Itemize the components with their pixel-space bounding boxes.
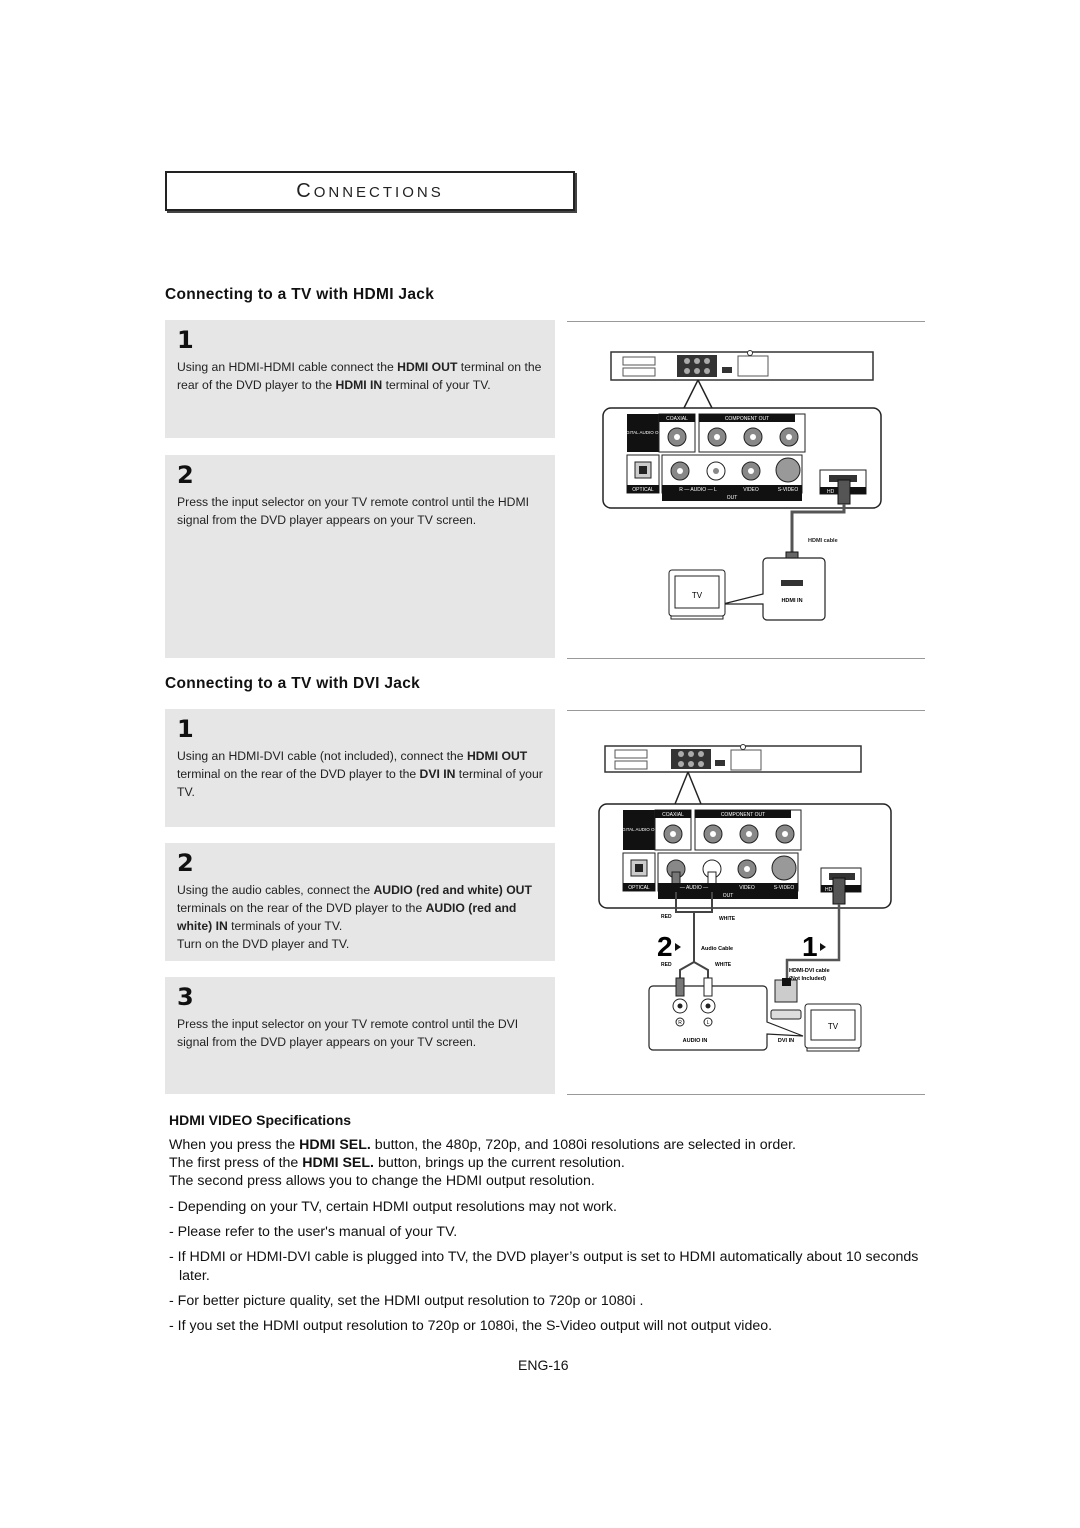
arrow-icon [675, 943, 681, 951]
hdmi-out-label: HD [827, 489, 835, 495]
coaxial-label: COAXIAL [666, 416, 688, 422]
step-text: Press the input selector on your TV remo… [177, 1017, 519, 1049]
step-text: Using an HDMI-HDMI cable connect the HDM… [177, 360, 542, 392]
tv-icon: TV [804, 1003, 862, 1052]
hdmi-out-label: HD [825, 887, 833, 893]
audio-cable-label: Audio Cable [701, 946, 733, 952]
optical-label: OPTICAL [628, 885, 650, 891]
white-label-bottom: WHITE [715, 962, 732, 968]
video-label: VIDEO [743, 487, 759, 493]
step-number: 2 [177, 849, 194, 877]
red-label-bottom: RED [661, 962, 672, 968]
divider [567, 710, 925, 711]
callout-1: 1 [802, 931, 818, 962]
red-label-top: RED [661, 914, 672, 920]
digital-audio-out-label: DIGITAL AUDIO OUT [617, 827, 660, 832]
svideo-label: S-VIDEO [774, 885, 795, 891]
rear-panel-closeup: DIGITAL AUDIO OUT COAXIAL COMPONENT OUT … [598, 803, 892, 909]
section-header-box: CONNECTIONS [165, 171, 575, 211]
component-out-label: COMPONENT OUT [725, 416, 769, 422]
dvi-step-2: 2 Using the audio cables, connect the AU… [165, 843, 555, 961]
divider [567, 1094, 925, 1095]
hdmi-step-1: 1 Using an HDMI-HDMI cable connect the H… [165, 320, 555, 438]
tv-icon: TV [668, 569, 726, 620]
page-number: ENG-16 [518, 1357, 569, 1373]
hdmi-heading: Connecting to a TV with HDMI Jack [165, 286, 435, 303]
component-out-label: COMPONENT OUT [721, 812, 765, 818]
hdmi-connection-diagram: DIGITAL AUDIO OUT COAXIAL COMPONENT OUT … [602, 350, 882, 621]
out-label: OUT [723, 893, 734, 899]
specs-bullet: - Depending on your TV, certain HDMI out… [169, 1199, 617, 1215]
out-label: OUT [727, 495, 738, 501]
dvi-connection-diagram: DIGITAL AUDIO OUT COAXIAL COMPONENT OUT … [598, 744, 892, 1052]
tv-label: TV [692, 591, 703, 600]
hdmi-step-2: 2 Press the input selector on your TV re… [165, 455, 555, 658]
video-label: VIDEO [739, 885, 755, 891]
step-text: Using the audio cables, connect the AUDI… [177, 883, 532, 951]
specs-bullet: - If you set the HDMI output resolution … [169, 1318, 773, 1334]
white-label-top: WHITE [719, 916, 736, 922]
dvi-heading: Connecting to a TV with DVI Jack [165, 675, 421, 692]
svideo-label: S-VIDEO [778, 487, 799, 493]
dvd-player-rear [604, 744, 862, 773]
step-number: 3 [177, 983, 194, 1011]
specs-bullet: - If HDMI or HDMI-DVI cable is plugged i… [169, 1249, 919, 1284]
step-number: 1 [177, 715, 194, 743]
l-label: L [707, 1020, 710, 1026]
audio-label: — AUDIO — [680, 885, 708, 891]
specs-title: HDMI VIDEO Specifications [169, 1112, 352, 1128]
optical-label: OPTICAL [632, 487, 654, 493]
hdmi-in-label: HDMI IN [781, 598, 802, 604]
audio-in-label: AUDIO IN [683, 1038, 708, 1044]
hdmi-in-callout [722, 557, 826, 621]
dvi-step-1: 1 Using an HDMI-DVI cable (not included)… [165, 709, 555, 827]
rear-panel-closeup: DIGITAL AUDIO OUT COAXIAL COMPONENT OUT … [602, 407, 882, 509]
r-label: R [678, 1020, 682, 1026]
hdmi-cable [790, 504, 846, 554]
coaxial-label: COAXIAL [662, 812, 684, 818]
specs-paragraph: When you press the HDMI SEL. button, the… [169, 1137, 796, 1153]
step-text: Using an HDMI-DVI cable (not included), … [177, 749, 543, 799]
step-number: 2 [177, 461, 194, 489]
dvi-step-3: 3 Press the input selector on your TV re… [165, 977, 555, 1094]
specs-bullet: - Please refer to the user's manual of y… [169, 1224, 458, 1240]
hdmi-dvi-cable-label: HDMI-DVI cable [789, 968, 830, 974]
hdmi-cable-label: HDMI cable [808, 538, 838, 544]
specs-body: When you press the HDMI SEL. button, the… [169, 1136, 939, 1336]
step-number: 1 [177, 326, 194, 354]
specs-paragraph: The second press allows you to change th… [169, 1173, 595, 1189]
dvd-player-rear [610, 350, 874, 381]
callout-2: 2 [657, 931, 673, 962]
audio-label: R — AUDIO — L [679, 487, 717, 493]
dvi-in-label: DVI IN [778, 1038, 794, 1044]
section-title: CONNECTIONS [296, 179, 444, 202]
arrow-icon [820, 943, 826, 951]
tv-label: TV [828, 1022, 839, 1031]
divider [567, 321, 925, 322]
specs-bullet: - For better picture quality, set the HD… [169, 1293, 644, 1309]
divider [567, 658, 925, 659]
step-text: Press the input selector on your TV remo… [177, 495, 530, 527]
digital-audio-out-label: DIGITAL AUDIO OUT [621, 430, 664, 435]
specs-paragraph: The first press of the HDMI SEL. button,… [169, 1155, 625, 1171]
